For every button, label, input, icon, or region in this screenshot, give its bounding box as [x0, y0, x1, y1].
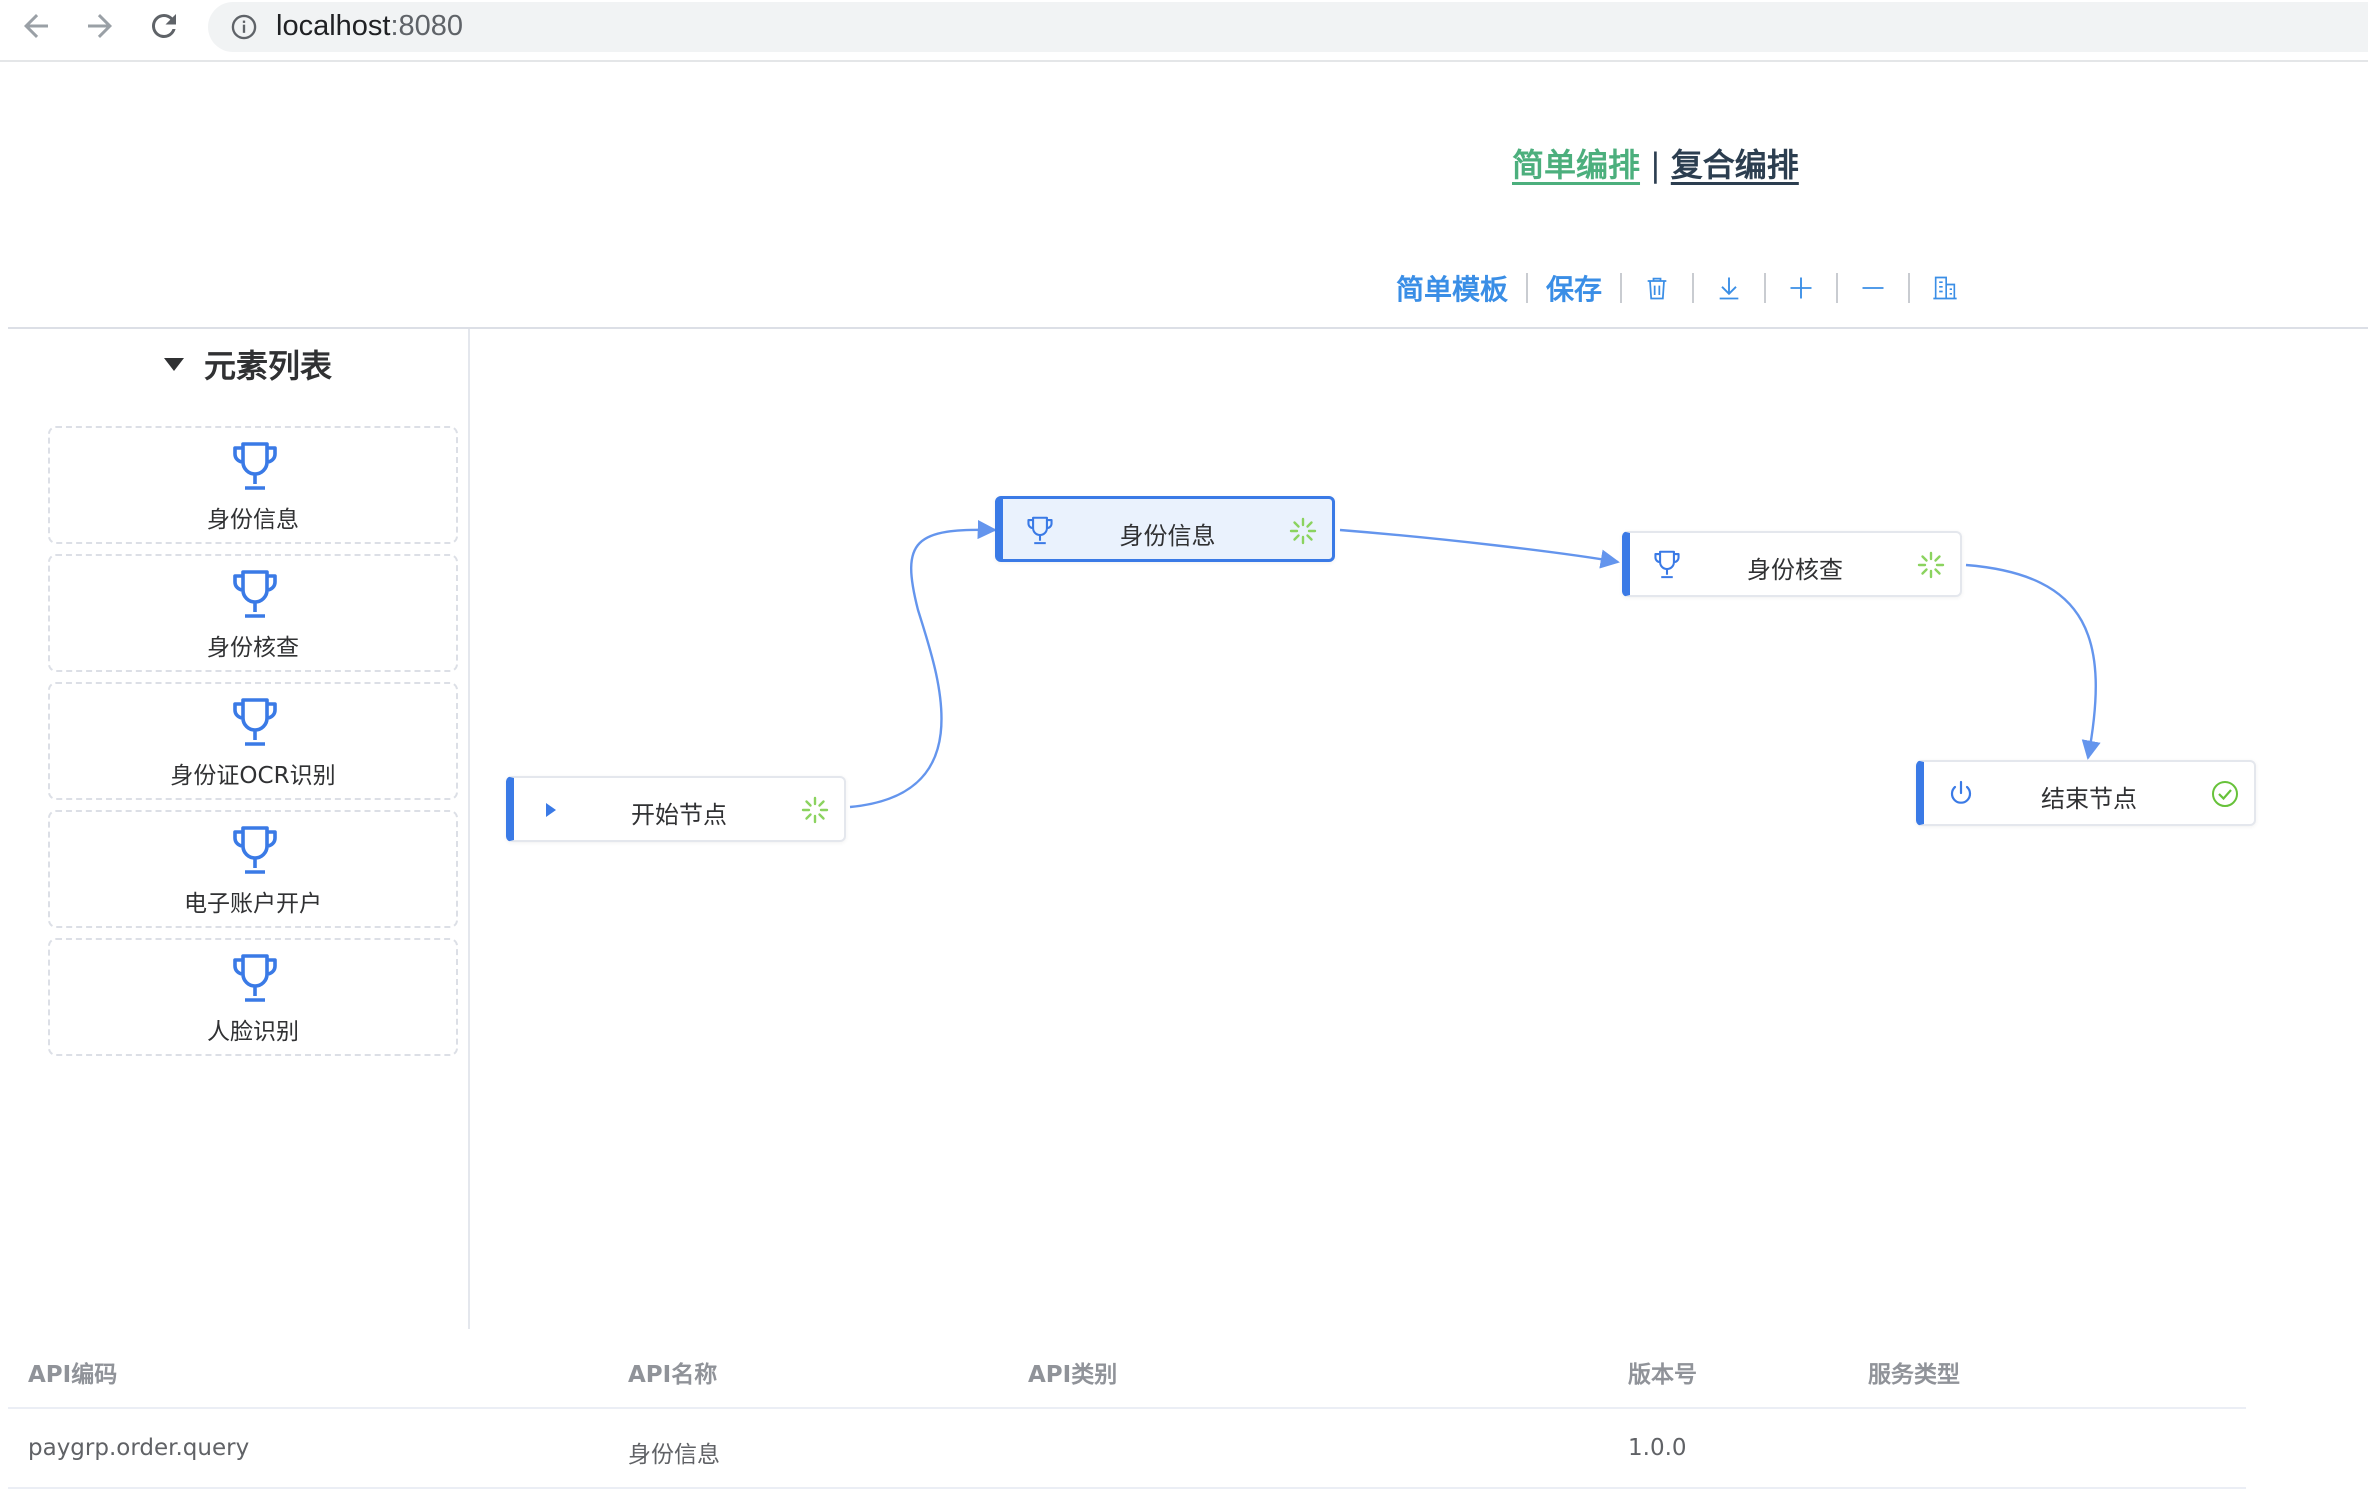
- trophy-icon: [233, 954, 277, 1002]
- mode-switch: 简单编排 | 复合编排: [1512, 140, 1799, 186]
- back-arrow-icon[interactable]: [18, 8, 54, 44]
- loading-spinner-icon: [801, 796, 829, 824]
- trophy-icon: [233, 826, 277, 874]
- toolbar-divider: [1620, 273, 1623, 303]
- api-table: API编码 API名称 API类别 版本号 服务类型 paygrp.order.…: [8, 1329, 2246, 1489]
- complex-mode-link[interactable]: 复合编排: [1671, 146, 1799, 184]
- toolbar-divider: [1692, 273, 1695, 303]
- simple-template-button[interactable]: 简单模板: [1396, 268, 1508, 308]
- element-card-label: 身份信息: [207, 507, 299, 533]
- element-card-identity-info[interactable]: 身份信息: [48, 426, 458, 544]
- element-card-face-recognition[interactable]: 人脸识别: [48, 938, 458, 1056]
- browser-toolbar: localhost:8080: [0, 0, 2368, 62]
- delete-icon[interactable]: [1640, 271, 1674, 305]
- url-port: :8080: [390, 10, 464, 42]
- loading-spinner-icon: [1289, 517, 1317, 545]
- flow-node-end[interactable]: 结束节点: [1916, 760, 2256, 826]
- header-api-category[interactable]: API类别: [1028, 1355, 1117, 1389]
- table-row[interactable]: paygrp.order.query 身份信息 1.0.0: [8, 1409, 2246, 1489]
- success-check-icon: [2212, 781, 2238, 807]
- element-card-label: 身份证OCR识别: [170, 763, 336, 789]
- download-icon[interactable]: [1712, 271, 1746, 305]
- trophy-icon: [233, 570, 277, 618]
- toolbar-divider: [1526, 273, 1529, 303]
- element-card-label: 人脸识别: [207, 1019, 299, 1045]
- site-info-icon[interactable]: [230, 13, 258, 41]
- toolbar-divider: [1908, 273, 1911, 303]
- header-api-code[interactable]: API编码: [28, 1355, 117, 1389]
- zoom-in-icon[interactable]: [1784, 271, 1818, 305]
- element-list-title: 元素列表: [204, 347, 333, 385]
- caret-down-icon[interactable]: [164, 357, 184, 371]
- edge-start-to-identity-info[interactable]: [849, 519, 997, 809]
- element-sidebar: 元素列表 身份信息 身份核查 身份证OCR识别 电子账户开户 人脸识别: [8, 329, 470, 1329]
- element-list-header[interactable]: 元素列表: [164, 341, 332, 387]
- zoom-out-icon[interactable]: [1856, 271, 1890, 305]
- save-button[interactable]: 保存: [1546, 268, 1602, 308]
- element-card-identity-check[interactable]: 身份核查: [48, 554, 458, 672]
- header-version[interactable]: 版本号: [1628, 1355, 1697, 1389]
- trophy-icon: [233, 698, 277, 746]
- loading-spinner-icon: [1917, 551, 1945, 579]
- simple-mode-link[interactable]: 简单编排: [1512, 146, 1640, 184]
- toolbar-divider: [1836, 273, 1839, 303]
- node-label: 身份核查: [1747, 556, 1843, 584]
- url-text[interactable]: localhost:8080: [276, 10, 463, 43]
- trophy-icon: [233, 442, 277, 490]
- flow-node-identity-info[interactable]: 身份信息: [995, 496, 1335, 562]
- mode-separator: |: [1650, 146, 1661, 184]
- cell-api-code: paygrp.order.query: [28, 1435, 250, 1461]
- node-label: 结束节点: [2041, 785, 2137, 813]
- element-card-e-account[interactable]: 电子账户开户: [48, 810, 458, 928]
- edge-identity-info-to-identity-check[interactable]: [1339, 528, 1620, 569]
- editor-toolbar: 简单模板 保存: [1396, 268, 1962, 308]
- flow-node-identity-check[interactable]: 身份核查: [1622, 531, 1962, 597]
- cell-api-name: 身份信息: [628, 1442, 720, 1468]
- element-card-label: 电子账户开户: [184, 891, 322, 917]
- header-service-type[interactable]: 服务类型: [1868, 1355, 1960, 1389]
- toolbar-divider: [1764, 273, 1767, 303]
- header-api-name[interactable]: API名称: [628, 1355, 717, 1389]
- element-card-id-ocr[interactable]: 身份证OCR识别: [48, 682, 458, 800]
- fit-view-icon[interactable]: [1928, 271, 1962, 305]
- table-header: API编码 API名称 API类别 版本号 服务类型: [8, 1329, 2246, 1409]
- url-host: localhost: [276, 10, 391, 42]
- node-label: 开始节点: [631, 801, 727, 829]
- cell-version: 1.0.0: [1628, 1435, 1687, 1461]
- reload-icon[interactable]: [146, 8, 182, 44]
- flow-node-start[interactable]: 开始节点: [506, 776, 846, 842]
- forward-arrow-icon[interactable]: [82, 8, 118, 44]
- node-label: 身份信息: [1119, 522, 1216, 550]
- element-card-label: 身份核查: [207, 635, 299, 661]
- edge-identity-check-to-end[interactable]: [1965, 563, 2101, 760]
- address-bar[interactable]: localhost:8080: [208, 2, 2368, 52]
